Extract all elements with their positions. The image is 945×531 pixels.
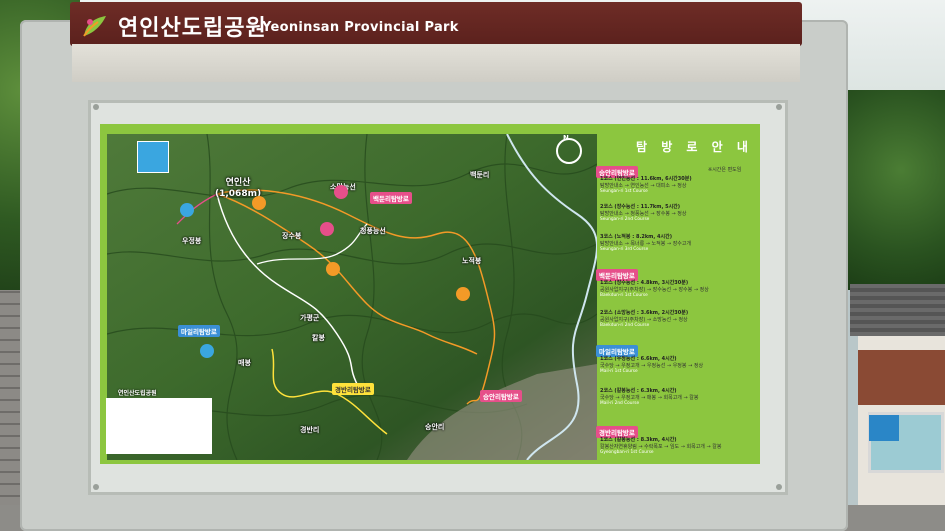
map-label-maebong: 매봉 xyxy=(238,359,251,367)
map-label-nojeokbong: 노적봉 xyxy=(462,257,482,265)
course-english: Seungan-ri 1st Course xyxy=(600,189,648,194)
location-inset-map xyxy=(137,141,169,173)
trail-tag-gyeongban: 경반리탐방로 xyxy=(332,383,374,395)
map-label-kalbong: 칼봉 xyxy=(312,334,325,342)
header-beam xyxy=(72,44,800,82)
course-baekdun-2: 2코스 (소망능선 : 3.6km, 2시간30분) 공원사업지구(주차장) →… xyxy=(600,310,752,330)
course-english: Baekdun-ri 2nd Course xyxy=(600,323,650,328)
course-english: Mail-ri 2nd Course xyxy=(600,401,640,406)
frame-bolt xyxy=(93,104,99,110)
course-mail-1: 1코스 (우정능선 : 6.6km, 4시간) 국수당 → 우정고개 → 우정능… xyxy=(600,356,752,376)
course-english: Seungan-ri 3rd Course xyxy=(600,247,649,252)
trail-tag-mail: 마일리탐방로 xyxy=(178,325,220,337)
photo-scene: 연인산도립공원 Yeoninsan Provincial Park N 연인산 … xyxy=(0,0,945,531)
stone-wall xyxy=(0,290,22,531)
map-marker-pink xyxy=(320,222,334,236)
course-english: Gyeongban-ri 1st Course xyxy=(600,450,654,455)
course-gyeongban-1: 1코스 (칼봉능선 : 8.3km, 4시간) 칼봉산자연휴양림 → 수락폭포 … xyxy=(600,437,752,457)
map-label-cheongpung: 청풍능선 xyxy=(360,227,386,235)
course-baekdun-1: 1코스 (장수능선 : 4.8km, 3시간30분) 공원사업지구(주차장) →… xyxy=(600,280,752,300)
map-label-seungan: 승안리 xyxy=(425,423,445,431)
trail-tag-baekdun: 백둔리탐방로 xyxy=(370,192,412,204)
course-seungan-3: 3코스 (노적봉 : 8.2km, 4시간) 탐방안내소 → 목너릉 → 노적봉… xyxy=(600,234,752,254)
map-marker-orange xyxy=(252,196,266,210)
peak-name: 연인산 xyxy=(225,178,251,188)
trees-right xyxy=(835,90,945,290)
course-english: Mail-ri 1st Course xyxy=(600,369,638,374)
map-marker-orange xyxy=(326,262,340,276)
map-label-baekdun: 백둔리 xyxy=(470,171,490,179)
frame-bolt xyxy=(776,484,782,490)
compass-icon xyxy=(556,138,582,164)
course-english: Baekdun-ri 1st Course xyxy=(600,293,648,298)
course-seungan-2: 2코스 (장수능선 : 11.7km, 5시간) 탐방안내소 → 청풍능선 → … xyxy=(600,204,752,224)
map-marker-orange xyxy=(456,287,470,301)
map-label-gapyeong: 가평군 xyxy=(300,314,320,322)
course-mail-2: 2코스 (칼봉능선 : 6.3km, 4시간) 국수당 → 우정고개 → 매봉 … xyxy=(600,388,752,408)
trail-guide-panel: 탐 방 로 안 내 ※시간은 편도임 승안리탐방로 1코스 (연인능선 : 11… xyxy=(596,130,756,460)
course-seungan-1: 1코스 (연인능선 : 11.6km, 6시간30분) 탐방안내소 → 연인능선… xyxy=(600,176,752,196)
description-logo-label: 연인산도립공원 xyxy=(118,390,157,397)
title-english: Yeoninsan Provincial Park xyxy=(262,20,459,35)
frame-bolt xyxy=(93,484,99,490)
trail-tag-seungan: 승안리탐방로 xyxy=(480,390,522,402)
guide-note: ※시간은 편도임 xyxy=(708,167,742,173)
building-roof xyxy=(850,284,945,336)
title-korean: 연인산도립공원 xyxy=(118,16,267,41)
compass-north-label: N xyxy=(563,134,569,142)
map-label-jangsubong: 장수봉 xyxy=(282,232,302,240)
building-band xyxy=(858,350,945,405)
map-label-ujeongbong: 우정봉 xyxy=(182,237,202,245)
map-label-gyeongban: 경반리 xyxy=(300,426,320,434)
map-marker-pink xyxy=(334,185,348,199)
map-marker-blue xyxy=(180,203,194,217)
course-english: Seungan-ri 2nd Course xyxy=(600,217,650,222)
description-box xyxy=(106,398,212,454)
frame-bolt xyxy=(776,104,782,110)
park-logo-icon xyxy=(83,16,106,37)
guide-title: 탐 방 로 안 내 xyxy=(636,140,753,154)
blue-sign xyxy=(869,415,899,441)
map-marker-blue xyxy=(200,344,214,358)
